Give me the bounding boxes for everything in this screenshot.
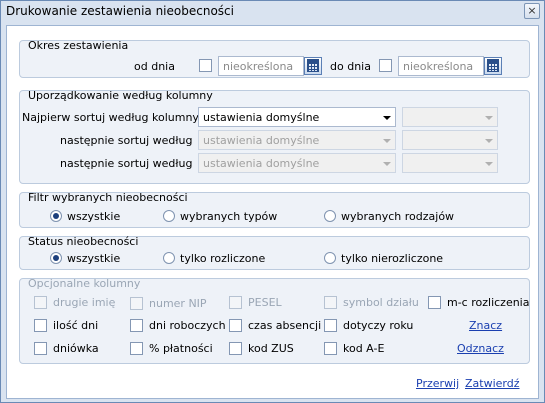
second-sort-value: ustawienia domyślne [203, 134, 320, 147]
col-settlement-month-checkbox[interactable] [428, 296, 441, 309]
col-year-checkbox[interactable] [324, 319, 337, 332]
col-days-checkbox[interactable] [34, 319, 47, 332]
mark-all-link[interactable]: Znacz [469, 319, 502, 332]
chevron-down-icon [485, 116, 493, 120]
col-ae-code-label: kod A-E [343, 342, 385, 355]
first-sort-label: Najpierw sortuj według kolumny [22, 111, 199, 124]
first-sort-select[interactable]: ustawienia domyślne [198, 107, 396, 127]
col-absence-time-label: czas absencji [248, 319, 322, 332]
title-bar: Drukowanie zestawienia nieobecności × [1, 1, 544, 23]
period-group-title: Okres zestawienia [28, 39, 129, 52]
status-unsettled-radio[interactable] [324, 252, 336, 264]
optional-columns-group: Opcjonalne kolumny drugie imię numer NIP… [19, 277, 530, 364]
third-sort-select[interactable]: ustawienia domyślne [198, 153, 396, 173]
col-second-name-checkbox[interactable] [34, 296, 47, 309]
to-date-field[interactable]: nieokreślona [398, 56, 484, 76]
unmark-all-link[interactable]: Odznacz [457, 342, 504, 355]
second-sort-select[interactable]: ustawienia domyślne [198, 130, 396, 150]
first-sort-direction-select[interactable] [402, 107, 498, 127]
col-daily-rate-checkbox[interactable] [34, 342, 47, 355]
col-settlement-month-label: m-c rozliczenia [447, 296, 530, 309]
status-settled-radio[interactable] [163, 252, 175, 264]
col-workdays-label: dni roboczych [149, 319, 226, 332]
chevron-down-icon [383, 139, 391, 143]
optional-columns-title: Opcjonalne kolumny [28, 277, 141, 290]
dialog-body: Okres zestawienia od dnia nieokreślona d… [6, 25, 539, 399]
col-department-checkbox[interactable] [324, 296, 337, 309]
from-calendar-icon[interactable] [304, 57, 322, 75]
to-date-label: do dnia [330, 60, 371, 73]
third-sort-label: następnie sortuj według [60, 157, 193, 170]
col-zus-code-label: kod ZUS [248, 342, 294, 355]
col-pesel-checkbox[interactable] [229, 296, 242, 309]
to-calendar-icon[interactable] [484, 57, 502, 75]
third-sort-value: ustawienia domyślne [203, 157, 320, 170]
status-all-radio[interactable] [50, 252, 62, 264]
status-unsettled-label[interactable]: tylko nierozliczone [341, 252, 443, 265]
period-group: Okres zestawienia od dnia nieokreślona d… [19, 39, 530, 78]
filter-kinds-label[interactable]: wybranych rodzajów [341, 210, 454, 223]
col-second-name-label: drugie imię [53, 296, 116, 309]
col-pesel-label: PESEL [248, 296, 282, 309]
col-payment-percent-label: % płatności [149, 342, 213, 355]
filter-types-radio[interactable] [163, 210, 175, 222]
confirm-link[interactable]: Zatwierdź [465, 377, 520, 390]
col-absence-time-checkbox[interactable] [229, 319, 242, 332]
col-zus-code-checkbox[interactable] [229, 342, 242, 355]
col-nip-label: numer NIP [149, 297, 207, 310]
col-payment-percent-checkbox[interactable] [130, 342, 143, 355]
col-workdays-checkbox[interactable] [130, 319, 143, 332]
sorting-group: Uporządkowanie według kolumny Najpierw s… [19, 89, 530, 184]
third-sort-direction-select[interactable] [402, 153, 498, 173]
first-sort-value: ustawienia domyślne [203, 111, 320, 124]
second-sort-label: następnie sortuj według [60, 134, 193, 147]
from-date-label: od dnia [134, 60, 175, 73]
filter-all-radio[interactable] [50, 210, 62, 222]
to-date-checkbox[interactable] [379, 59, 392, 72]
col-nip-checkbox[interactable] [130, 297, 143, 310]
col-daily-rate-label: dniówka [53, 342, 99, 355]
from-date-checkbox[interactable] [199, 59, 212, 72]
col-department-label: symbol działu [343, 296, 419, 309]
print-absence-dialog: Drukowanie zestawienia nieobecności × Ok… [0, 0, 545, 403]
chevron-down-icon [383, 116, 391, 120]
from-date-field[interactable]: nieokreślona [218, 56, 304, 76]
second-sort-direction-select[interactable] [402, 130, 498, 150]
chevron-down-icon [485, 162, 493, 166]
filter-kinds-radio[interactable] [324, 210, 336, 222]
window-title: Drukowanie zestawienia nieobecności [6, 4, 234, 18]
filter-all-label[interactable]: wszystkie [67, 210, 120, 223]
status-group-title: Status nieobecności [28, 235, 139, 248]
col-ae-code-checkbox[interactable] [324, 342, 337, 355]
status-all-label[interactable]: wszystkie [67, 252, 120, 265]
col-year-label: dotyczy roku [343, 319, 414, 332]
status-settled-label[interactable]: tylko rozliczone [180, 252, 265, 265]
filter-group: Filtr wybranych nieobecności wszystkie w… [19, 191, 530, 228]
cancel-link[interactable]: Przerwij [416, 377, 459, 390]
chevron-down-icon [485, 139, 493, 143]
chevron-down-icon [383, 162, 391, 166]
col-days-label: ilość dni [53, 319, 99, 332]
close-button[interactable]: × [524, 3, 540, 19]
status-group: Status nieobecności wszystkie tylko rozl… [19, 235, 530, 270]
filter-group-title: Filtr wybranych nieobecności [28, 191, 188, 204]
filter-types-label[interactable]: wybranych typów [180, 210, 277, 223]
sorting-group-title: Uporządkowanie według kolumny [28, 89, 213, 102]
